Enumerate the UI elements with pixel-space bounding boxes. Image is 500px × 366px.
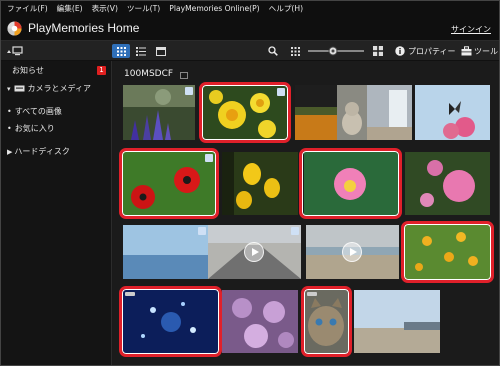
sidebar-item-camera-media[interactable]: ▾ カメラとメディア (7, 83, 91, 94)
toolbar: プロパティー ツール (1, 41, 499, 61)
sidebar-item-label: ハードディスク (14, 147, 70, 156)
properties-button[interactable]: プロパティー (395, 44, 457, 58)
photo-thumbnail-cat-sitting[interactable] (337, 85, 367, 140)
large-grid-icon (373, 46, 383, 56)
coastal-sky-image (354, 290, 440, 353)
large-thumbnail-size-icon[interactable] (372, 44, 384, 58)
thumbnail-size-slider[interactable] (306, 44, 366, 58)
video-thumbnail-road[interactable] (208, 225, 301, 279)
sidebar: お知らせ 1 ▾ カメラとメディア • すべての画像 • お気に入り ▶ ハード… (1, 61, 112, 365)
calendar-view-button[interactable] (152, 44, 170, 58)
folder-name: 100MSDCF (124, 69, 174, 79)
sidebar-item-label: カメラとメディア (27, 84, 91, 93)
app-title: PlayMemories Home (28, 21, 140, 35)
menu-edit[interactable]: 編集(E) (57, 3, 83, 14)
yellow-tulips-image (222, 152, 298, 215)
app-logo-icon (7, 21, 22, 36)
tools-button[interactable]: ツール (461, 44, 499, 58)
window-light-image (367, 85, 412, 140)
small-grid-icon (290, 46, 300, 56)
butterfly-image (415, 85, 490, 140)
search-icon (268, 46, 278, 56)
sidebar-item-label: お気に入り (14, 124, 55, 133)
card-reader-icon (14, 85, 25, 92)
chevron-right-icon[interactable]: ▶ (7, 148, 12, 156)
menu-bar: ファイル(F) 編集(E) 表示(V) ツール(T) PlayMemories … (1, 1, 499, 16)
pin-icon (185, 87, 193, 95)
purple-roses-image (222, 290, 298, 353)
notice-count-badge: 1 (97, 66, 106, 75)
sidebar-item-hard-disk[interactable]: ▶ ハードディスク (7, 146, 70, 157)
thumbnail-area: 100MSDCF (113, 61, 499, 365)
sidebar-toggle-button[interactable] (5, 44, 25, 58)
video-thumbnail-beach[interactable] (306, 225, 399, 279)
properties-label: プロパティー (408, 46, 456, 56)
sidebar-item-favorites[interactable]: • お気に入り (7, 123, 55, 134)
bullet-icon: • (7, 107, 12, 116)
photo-thumbnail-pink-flower-cluster[interactable] (405, 152, 490, 215)
pink-flower-cluster-image (405, 152, 490, 215)
folder-meta-icon (180, 72, 188, 79)
sidebar-item-label: すべての画像 (14, 107, 62, 116)
chevron-down-icon[interactable]: ▾ (7, 85, 11, 93)
selection-highlight (299, 148, 402, 219)
bullet-icon: • (7, 124, 12, 133)
photo-thumbnail-butterfly[interactable] (415, 85, 490, 140)
photo-thumbnail-orange-field[interactable] (295, 85, 337, 140)
grid-icon (116, 46, 126, 56)
sidebar-item-notices[interactable]: お知らせ (12, 65, 44, 76)
calendar-icon (156, 46, 166, 56)
menu-file[interactable]: ファイル(F) (7, 3, 48, 14)
title-bar: PlayMemories Home サインイン (1, 16, 499, 41)
sidebar-item-label: お知らせ (12, 66, 44, 75)
orange-field-image (295, 85, 337, 140)
photo-thumbnail-purple-flowers[interactable] (123, 85, 195, 140)
monitor-icon (7, 46, 23, 56)
list-view-button[interactable] (132, 44, 150, 58)
slider-track (308, 46, 364, 56)
selection-highlight (301, 286, 352, 357)
play-icon[interactable] (244, 242, 264, 262)
small-thumbnail-size-icon[interactable] (289, 44, 301, 58)
toolbox-icon (461, 46, 472, 56)
pin-icon (291, 227, 299, 235)
info-icon (395, 46, 405, 56)
play-icon[interactable] (342, 242, 362, 262)
photo-thumbnail-ocean-horizon[interactable] (123, 225, 208, 279)
selection-highlight (119, 148, 219, 219)
menu-tools[interactable]: ツール(T) (127, 3, 160, 14)
photo-thumbnail-coastal-sky[interactable] (354, 290, 440, 353)
photo-thumbnail-window-light[interactable] (367, 85, 412, 140)
photo-thumbnail-purple-roses[interactable] (222, 290, 298, 353)
menu-view[interactable]: 表示(V) (92, 3, 118, 14)
sidebar-item-all-images[interactable]: • すべての画像 (7, 106, 62, 117)
pin-icon (198, 227, 206, 235)
signin-link[interactable]: サインイン (451, 24, 491, 35)
selection-highlight (401, 221, 494, 283)
grid-view-button[interactable] (112, 44, 130, 58)
cat-sitting-image (337, 85, 367, 140)
list-icon (136, 46, 146, 56)
menu-help[interactable]: ヘルプ(H) (269, 3, 303, 14)
search-button[interactable] (267, 44, 279, 58)
menu-playmemories-online[interactable]: PlayMemories Online(P) (169, 4, 259, 13)
photo-thumbnail-yellow-tulips[interactable] (222, 152, 298, 215)
ocean-horizon-image (123, 225, 208, 279)
app-window: ファイル(F) 編集(E) 表示(V) ツール(T) PlayMemories … (0, 0, 500, 366)
selection-highlight (119, 286, 222, 357)
selection-highlight (199, 82, 291, 143)
tools-label: ツール (474, 46, 498, 56)
